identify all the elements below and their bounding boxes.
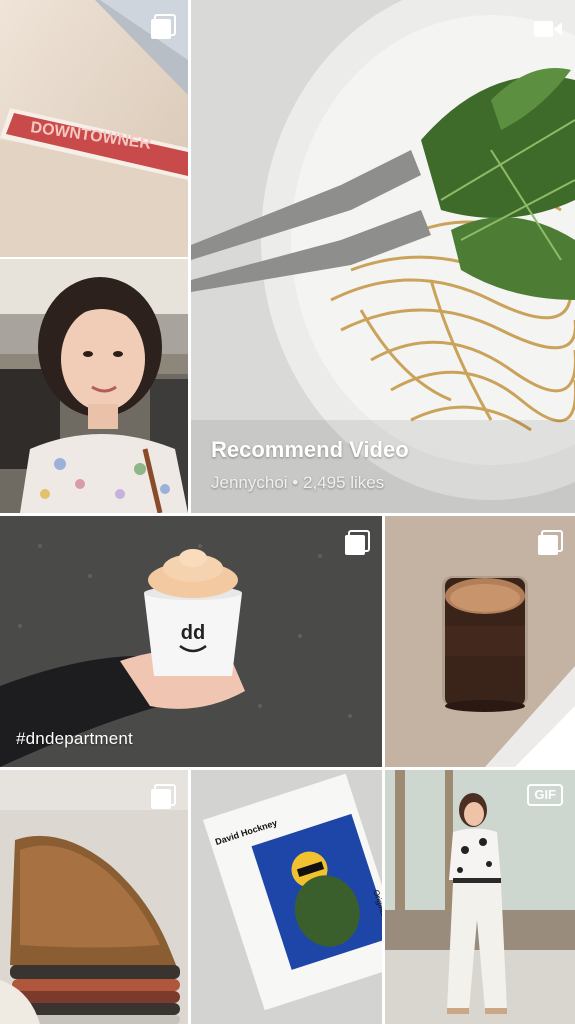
video-author[interactable]: Jennychoi [211,473,288,492]
tile-chairs[interactable] [0,770,188,1024]
tile-white-outfit[interactable]: GIF [385,770,575,1024]
tile-selfie[interactable] [0,259,188,513]
tile-hockney-poster[interactable]: David Hockney Original Poster [191,770,382,1024]
gif-badge: GIF [527,784,563,806]
video-meta: Jennychoi • 2,495 likes [211,473,384,493]
tile-iced-coffee[interactable] [385,516,575,767]
video-title: Recommend Video [211,437,409,462]
stack-icon [344,530,370,556]
meta-separator: • [292,473,299,492]
cup-logo: dd [181,622,205,644]
tile-pasta-video[interactable]: Recommend Video Jennychoi • 2,495 likes [191,0,575,513]
hashtag-caption: #dndepartment [16,729,133,748]
video-icon [533,18,563,40]
stack-icon [150,784,176,810]
explore-grid: DOWNTOWNER Recommend Video Jennychoi • 2… [0,0,575,1024]
outfit-photo [385,770,575,1024]
tile-ice-cream[interactable]: dd #dndepartment [0,516,382,767]
video-likes: 2,495 likes [302,473,385,492]
stack-icon [150,14,176,40]
stack-icon [537,530,563,556]
selfie-photo [0,259,188,513]
tile-downtowner[interactable]: DOWNTOWNER [0,0,188,257]
poster-photo: David Hockney Original Poster [191,770,382,1024]
